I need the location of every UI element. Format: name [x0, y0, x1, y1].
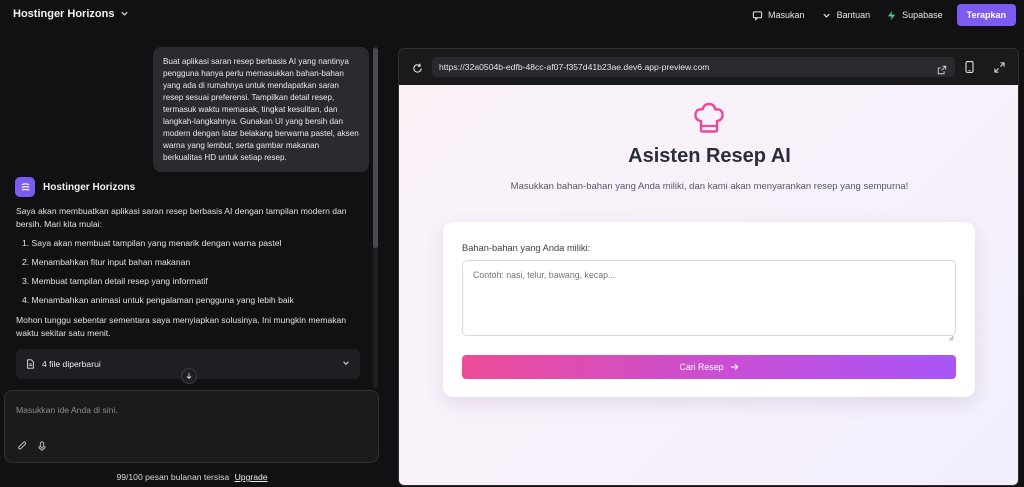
chevron-down-icon	[120, 9, 129, 20]
assistant-outro: Mohon tunggu sebentar sementara saya men…	[16, 315, 347, 338]
message-icon	[752, 10, 763, 21]
recipe-app: Asisten Resep AI Masukkan bahan-bahan ya…	[399, 85, 1018, 485]
scrollbar-thumb[interactable]	[373, 48, 378, 248]
deploy-button[interactable]: Terapkan	[956, 4, 1016, 26]
quota-status: 99/100 pesan bulanan tersisa Upgrade	[0, 472, 384, 482]
resize-handle-icon[interactable]	[948, 328, 954, 346]
app-preview: https://32a0504b-edfb-48cc-af07-f357d41b…	[398, 48, 1019, 486]
prompt-placeholder: Masukkan ide Anda di sini.	[16, 405, 118, 415]
list-item: 2. Menambahkan fitur input bahan makanan	[22, 257, 191, 267]
url-bar[interactable]: https://32a0504b-edfb-48cc-af07-f357d41b…	[432, 57, 955, 77]
list-item: 4. Menambahkan animasi untuk pengalaman …	[22, 295, 294, 305]
help-button[interactable]: Bantuan	[813, 4, 879, 26]
ingredients-input[interactable]	[462, 260, 956, 336]
url-text: https://32a0504b-edfb-48cc-af07-f357d41b…	[439, 62, 710, 72]
browser-toolbar: https://32a0504b-edfb-48cc-af07-f357d41b…	[399, 49, 1018, 85]
files-updated-label: 4 file diperbarui	[42, 359, 101, 369]
reload-icon[interactable]	[412, 61, 423, 79]
search-recipe-button[interactable]: Cari Resep	[462, 355, 956, 379]
arrow-right-icon	[730, 363, 738, 371]
ingredients-card: Bahan-bahan yang Anda miliki: Cari Resep	[443, 222, 975, 397]
ingredients-label: Bahan-bahan yang Anda miliki:	[462, 243, 591, 253]
microphone-icon[interactable]	[37, 439, 47, 457]
chat-history[interactable]: Buat aplikasi saran resep berbasis AI ya…	[0, 36, 372, 390]
user-message: Buat aplikasi saran resep berbasis AI ya…	[153, 47, 369, 172]
attach-icon[interactable]	[17, 439, 28, 457]
open-external-icon[interactable]	[937, 62, 947, 82]
feedback-button[interactable]: Masukan	[744, 4, 813, 26]
brand-name: Hostinger Horizons	[13, 8, 115, 20]
top-bar: Hostinger Horizons Masukan Bantuan Supab…	[0, 0, 1024, 30]
chef-hat-icon	[692, 101, 726, 140]
horizons-logo-icon	[15, 177, 35, 197]
supabase-button[interactable]: Supabase	[878, 4, 951, 26]
app-subtitle: Masukkan bahan-bahan yang Anda miliki, d…	[510, 181, 909, 192]
list-item: 3. Membuat tampilan detail resep yang in…	[22, 276, 208, 286]
top-nav: Masukan Bantuan Supabase Terapkan	[744, 4, 1016, 26]
supabase-label: Supabase	[902, 10, 943, 20]
list-item: 1. Saya akan membuat tampilan yang menar…	[22, 238, 282, 248]
supabase-icon	[887, 10, 896, 20]
step-list: 1. Saya akan membuat tampilan yang menar…	[22, 237, 362, 313]
project-switcher[interactable]: Hostinger Horizons	[13, 8, 129, 20]
fullscreen-icon[interactable]	[994, 60, 1005, 78]
file-icon	[27, 359, 34, 369]
upgrade-link[interactable]: Upgrade	[235, 472, 268, 482]
chevron-down-icon	[822, 13, 830, 18]
help-label: Bantuan	[836, 10, 871, 20]
quota-text: 99/100 pesan bulanan tersisa	[116, 472, 230, 482]
assistant-name: Hostinger Horizons	[43, 181, 136, 193]
assistant-header: Hostinger Horizons	[15, 177, 135, 197]
scroll-down-button[interactable]	[181, 368, 197, 384]
mobile-view-icon[interactable]	[965, 60, 974, 78]
chat-scrollbar[interactable]	[373, 46, 378, 388]
app-title: Asisten Resep AI	[628, 145, 791, 167]
assistant-intro: Saya akan membuatkan aplikasi saran rese…	[16, 206, 347, 229]
feedback-label: Masukan	[768, 10, 805, 20]
search-recipe-label: Cari Resep	[679, 362, 724, 372]
chevron-down-icon	[342, 359, 350, 369]
arrow-down-icon	[186, 373, 192, 380]
chat-panel: Buat aplikasi saran resep berbasis AI ya…	[0, 36, 384, 487]
prompt-input[interactable]: Masukkan ide Anda di sini.	[4, 390, 379, 463]
